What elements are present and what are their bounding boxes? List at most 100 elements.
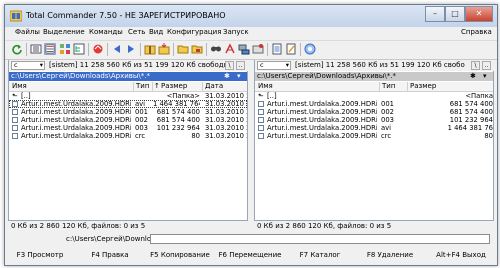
menu-commands[interactable]: Команды bbox=[89, 28, 123, 36]
minimize-button[interactable]: – bbox=[425, 6, 445, 22]
column-ext[interactable]: Тип bbox=[136, 82, 149, 91]
menu-selection[interactable]: Выделение bbox=[43, 28, 85, 36]
row-name: Artur.i.mest.Urdalaka.2009.HDRip bbox=[267, 124, 377, 132]
copy-files-icon[interactable] bbox=[191, 43, 203, 55]
history-icon[interactable]: ✱ bbox=[470, 72, 476, 81]
row-size: 681 574 400 bbox=[449, 100, 493, 108]
ftp-new-connection-icon[interactable] bbox=[252, 43, 264, 55]
left-row-1[interactable]: Artur.i.mest.Urdalaka.2009.HDRip avi 1 4… bbox=[9, 100, 247, 108]
row-size: 80 bbox=[191, 132, 200, 140]
brief-view-icon[interactable] bbox=[30, 43, 42, 55]
left-drive-selector[interactable]: c ▾ bbox=[11, 61, 45, 70]
multi-rename-icon[interactable] bbox=[224, 43, 236, 55]
f3-view-button[interactable]: F3 Просмотр bbox=[5, 248, 76, 263]
menu-view[interactable]: Вид bbox=[149, 28, 163, 36]
left-row-3[interactable]: Artur.i.mest.Urdalaka.2009.HDRip 002 681… bbox=[9, 116, 247, 124]
title-bar[interactable]: Total Commander 7.50 - НЕ ЗАРЕГИСТРИРОВА… bbox=[5, 5, 497, 27]
f6-move-button[interactable]: F6 Перемещение bbox=[215, 248, 286, 263]
edit-icon[interactable] bbox=[285, 43, 297, 55]
file-icon bbox=[258, 101, 264, 107]
forward-icon[interactable] bbox=[125, 43, 137, 55]
find-icon[interactable] bbox=[210, 43, 222, 55]
column-date[interactable]: Дата bbox=[205, 82, 223, 91]
right-row-1[interactable]: Artur.i.mest.Urdalaka.2009.HDRip 001 681… bbox=[255, 100, 493, 108]
file-icon bbox=[12, 109, 18, 115]
menu-configuration[interactable]: Конфигурация bbox=[167, 28, 221, 36]
left-row-parent[interactable]: ⬑ [..] <Папка> 31.03.2010 21:23 bbox=[9, 92, 247, 100]
hotlist-chevron-icon[interactable]: ▾ bbox=[237, 72, 241, 81]
row-name: Artur.i.mest.Urdalaka.2009.HDRip bbox=[267, 132, 377, 140]
left-row-4[interactable]: Artur.i.mest.Urdalaka.2009.HDRip 003 101… bbox=[9, 124, 247, 132]
video-file-icon bbox=[12, 101, 18, 107]
pack-icon[interactable] bbox=[144, 43, 156, 55]
detailed-view-button[interactable] bbox=[44, 43, 56, 55]
right-status: 0 Кб из 2 860 120 Кб, файлов: 0 из 5 bbox=[257, 222, 392, 230]
ftp-connect-icon[interactable] bbox=[238, 43, 250, 55]
right-drive-letter: c bbox=[260, 61, 264, 69]
file-icon bbox=[258, 109, 264, 115]
row-date: 31.03.2010 21:00 bbox=[205, 116, 247, 124]
right-path-bar[interactable]: c:\Users\Сергей\Downloads\Архивы\*.* ✱ ▾ bbox=[255, 72, 493, 81]
right-row-2[interactable]: Artur.i.mest.Urdalaka.2009.HDRip 002 681… bbox=[255, 108, 493, 116]
row-ext: 002 bbox=[135, 116, 148, 124]
right-root-button[interactable]: \ bbox=[471, 61, 480, 70]
command-line-input[interactable] bbox=[150, 234, 490, 244]
right-row-4[interactable]: Artur.i.mest.Urdalaka.2009.HDRip avi 1 4… bbox=[255, 124, 493, 132]
row-name: [..] bbox=[21, 92, 31, 100]
right-up-button[interactable]: .. bbox=[482, 61, 491, 70]
menu-files[interactable]: Файлы bbox=[15, 28, 40, 36]
folder-icon[interactable] bbox=[177, 43, 189, 55]
f7-mkdir-button[interactable]: F7 Каталог bbox=[285, 248, 356, 263]
history-icon[interactable]: ✱ bbox=[224, 72, 230, 81]
help-icon[interactable] bbox=[304, 43, 316, 55]
right-row-5[interactable]: Artur.i.mest.Urdalaka.2009.HDRip crc 80 bbox=[255, 132, 493, 140]
row-name: [..] bbox=[267, 92, 277, 100]
column-name[interactable]: Имя bbox=[258, 82, 273, 91]
row-name: Artur.i.mest.Urdalaka.2009.HDRip bbox=[267, 100, 377, 108]
alt-f4-exit-button[interactable]: Alt+F4 Выход bbox=[425, 248, 497, 263]
left-panel[interactable]: c ▾ [sistem] 11 258 560 Кб из 51 199 120… bbox=[8, 60, 249, 221]
maximize-button[interactable]: □ bbox=[445, 6, 465, 22]
right-panel[interactable]: c ▾ [sistem] 11 258 560 Кб из 51 199 120… bbox=[254, 60, 495, 221]
invert-selection-icon[interactable] bbox=[92, 43, 104, 55]
close-button[interactable]: ✕ bbox=[465, 6, 493, 22]
row-name: Artur.i.mest.Urdalaka.2009.HDRip bbox=[21, 124, 131, 132]
column-size[interactable]: Размер bbox=[161, 82, 187, 91]
row-ext: 002 bbox=[381, 108, 394, 116]
left-row-2[interactable]: Artur.i.mest.Urdalaka.2009.HDRip 001 681… bbox=[9, 108, 247, 116]
thumbnail-view-icon[interactable] bbox=[59, 43, 71, 55]
notepad-icon[interactable] bbox=[271, 43, 283, 55]
menu-start[interactable]: Запуск bbox=[223, 28, 249, 36]
right-drive-selector[interactable]: c ▾ bbox=[257, 61, 291, 70]
f4-edit-button[interactable]: F4 Правка bbox=[75, 248, 146, 263]
refresh-icon[interactable] bbox=[11, 43, 23, 55]
left-row-5[interactable]: Artur.i.mest.Urdalaka.2009.HDRip crc 80 … bbox=[9, 132, 247, 140]
row-ext: 003 bbox=[381, 116, 394, 124]
row-ext: crc bbox=[381, 132, 392, 140]
menu-network[interactable]: Сеть bbox=[128, 28, 145, 36]
column-name[interactable]: Имя bbox=[12, 82, 27, 91]
column-ext[interactable]: Тип bbox=[382, 82, 395, 91]
row-size: 681 574 400 bbox=[156, 116, 200, 124]
row-date: 31.03.2010 21:00 bbox=[205, 132, 247, 140]
right-row-parent[interactable]: ⬑ [..] <Папка bbox=[255, 92, 493, 100]
row-size: 1 464 381 764 bbox=[153, 100, 200, 108]
f5-copy-button[interactable]: F5 Копирование bbox=[145, 248, 216, 263]
left-root-button[interactable]: \ bbox=[225, 61, 234, 70]
row-size: 101 232 964 bbox=[449, 116, 493, 124]
tree-view-icon[interactable] bbox=[73, 43, 85, 55]
left-up-button[interactable]: .. bbox=[236, 61, 245, 70]
back-icon[interactable] bbox=[111, 43, 123, 55]
hotlist-chevron-icon[interactable]: ▾ bbox=[483, 72, 487, 81]
file-icon bbox=[12, 133, 18, 139]
row-ext: crc bbox=[135, 132, 146, 140]
right-row-3[interactable]: Artur.i.mest.Urdalaka.2009.HDRip 003 101… bbox=[255, 116, 493, 124]
unpack-icon[interactable] bbox=[158, 43, 170, 55]
f8-delete-button[interactable]: F8 Удаление bbox=[355, 248, 426, 263]
row-date: 31.03.2010 21:22 bbox=[205, 100, 247, 108]
left-path-bar[interactable]: c:\Users\Сергей\Downloads\Архивы\*.* ✱ ▾ bbox=[9, 72, 247, 81]
column-size[interactable]: Размер bbox=[410, 82, 436, 91]
row-size: 80 bbox=[484, 132, 493, 140]
menu-help[interactable]: Справка bbox=[461, 28, 492, 36]
row-ext: 001 bbox=[381, 100, 394, 108]
